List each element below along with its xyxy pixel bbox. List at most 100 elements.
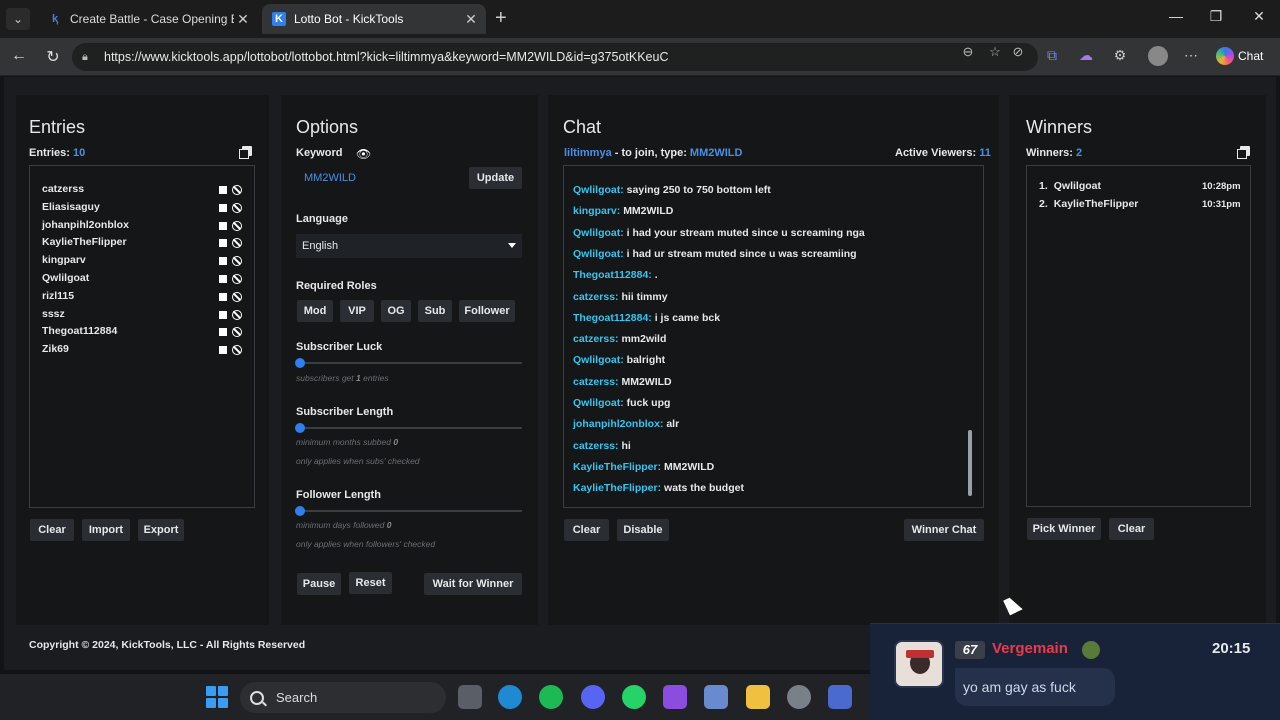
chat-username[interactable]: Thegoat112884: bbox=[573, 312, 652, 324]
settings-icon[interactable] bbox=[787, 685, 811, 709]
role-og-button[interactable]: OG bbox=[381, 300, 411, 322]
site-info-icon[interactable]: 🔒︎ bbox=[82, 51, 96, 64]
chat-username[interactable]: Qwlilgoat: bbox=[573, 184, 624, 196]
entry-checkbox[interactable] bbox=[219, 328, 227, 337]
close-tab-icon[interactable]: ✕ bbox=[234, 11, 252, 28]
chat-username[interactable]: Qwlilgoat: bbox=[573, 397, 624, 409]
extension-icon[interactable]: ⧉ bbox=[1041, 47, 1063, 64]
back-icon[interactable]: ← bbox=[8, 47, 30, 65]
entry-checkbox[interactable] bbox=[219, 257, 227, 266]
extension-blocked-icon[interactable]: ⊘ bbox=[1008, 44, 1028, 60]
spotify-icon[interactable] bbox=[539, 685, 563, 709]
restore-icon[interactable]: ❐ bbox=[1201, 8, 1231, 25]
ban-icon[interactable] bbox=[232, 220, 242, 231]
ban-icon[interactable] bbox=[232, 238, 242, 249]
tab-create-battle[interactable]: ⱪ Create Battle - Case Opening Batt ✕ bbox=[38, 4, 258, 34]
profile-avatar[interactable] bbox=[1148, 46, 1168, 66]
copilot-chat-button[interactable]: Chat bbox=[1212, 44, 1271, 68]
extension-icon[interactable]: ☁ bbox=[1075, 47, 1097, 64]
task-view-icon[interactable] bbox=[458, 685, 482, 709]
more-menu-icon[interactable]: ⋯ bbox=[1180, 47, 1202, 64]
language-select[interactable]: English bbox=[296, 234, 522, 258]
ban-icon[interactable] bbox=[232, 256, 242, 267]
role-vip-button[interactable]: VIP bbox=[340, 300, 374, 322]
entry-checkbox[interactable] bbox=[219, 310, 227, 319]
disable-chat-button[interactable]: Disable bbox=[617, 519, 669, 541]
entry-checkbox[interactable] bbox=[219, 221, 227, 230]
slider-handle[interactable] bbox=[295, 423, 305, 433]
role-sub-button[interactable]: Sub bbox=[418, 300, 452, 322]
video-editor-icon[interactable] bbox=[663, 685, 687, 709]
zoom-icon[interactable]: ⊖ bbox=[958, 44, 978, 60]
ban-icon[interactable] bbox=[232, 345, 242, 356]
chat-username[interactable]: kingparv: bbox=[573, 205, 620, 217]
ban-icon[interactable] bbox=[232, 327, 242, 338]
windows-start-icon[interactable] bbox=[206, 686, 228, 708]
tab-lotto-bot[interactable]: K Lotto Bot - KickTools ✕ bbox=[262, 4, 486, 34]
keyword-input[interactable]: MM2WILD bbox=[301, 167, 461, 189]
chat-username[interactable]: catzerss: bbox=[573, 440, 619, 452]
subscriber-luck-slider[interactable] bbox=[295, 358, 522, 368]
discord-icon[interactable] bbox=[581, 685, 605, 709]
close-tab-icon[interactable]: ✕ bbox=[462, 11, 480, 28]
clear-chat-button[interactable]: Clear bbox=[564, 519, 609, 541]
url-field[interactable]: 🔒︎ https://www.kicktools.app/lottobot/lo… bbox=[72, 43, 1038, 71]
update-button[interactable]: Update bbox=[469, 167, 522, 189]
ban-icon[interactable] bbox=[232, 291, 242, 302]
chat-username[interactable]: johanpihl2onblox: bbox=[573, 418, 663, 430]
tab-actions-button[interactable]: ⌄ bbox=[6, 8, 30, 30]
winner-chat-button[interactable]: Winner Chat bbox=[904, 519, 984, 541]
taskbar-search[interactable]: Search bbox=[240, 682, 446, 713]
file-explorer-icon[interactable] bbox=[746, 685, 770, 709]
entry-checkbox[interactable] bbox=[219, 275, 227, 283]
extensions-icon[interactable]: ⚙ bbox=[1109, 47, 1131, 64]
slider-handle[interactable] bbox=[295, 506, 305, 516]
app-icon[interactable] bbox=[828, 685, 852, 709]
app-icon[interactable] bbox=[704, 685, 728, 709]
reload-icon[interactable]: ↻ bbox=[42, 47, 64, 67]
follower-length-slider[interactable] bbox=[295, 506, 522, 516]
chat-username[interactable]: Qwlilgoat: bbox=[573, 354, 624, 366]
wait-for-winner-button[interactable]: Wait for Winner bbox=[424, 573, 522, 595]
entry-checkbox[interactable] bbox=[219, 203, 227, 212]
close-window-icon[interactable]: ✕ bbox=[1244, 8, 1274, 25]
favorite-star-icon[interactable]: ☆ bbox=[985, 44, 1005, 60]
clear-winners-button[interactable]: Clear bbox=[1109, 518, 1154, 540]
chat-username[interactable]: catzerss: bbox=[573, 333, 619, 345]
entry-checkbox[interactable] bbox=[219, 186, 227, 194]
chat-username[interactable]: Qwlilgoat: bbox=[573, 248, 624, 260]
chat-username[interactable]: Thegoat112884: bbox=[573, 269, 652, 281]
entry-name: sssz bbox=[42, 307, 65, 320]
subscriber-length-slider[interactable] bbox=[295, 423, 522, 433]
edge-icon[interactable] bbox=[498, 685, 522, 709]
copy-icon[interactable] bbox=[239, 146, 252, 159]
slider-handle[interactable] bbox=[295, 358, 305, 368]
chat-username[interactable]: KaylieTheFlipper: bbox=[573, 482, 661, 494]
whatsapp-icon[interactable] bbox=[622, 685, 646, 709]
chat-username[interactable]: Qwlilgoat: bbox=[573, 227, 624, 239]
ban-icon[interactable] bbox=[232, 202, 242, 213]
clear-entries-button[interactable]: Clear bbox=[30, 519, 74, 541]
entry-checkbox[interactable] bbox=[219, 239, 227, 248]
chat-username[interactable]: catzerss: bbox=[573, 291, 619, 303]
role-follower-button[interactable]: Follower bbox=[459, 300, 515, 322]
entry-checkbox[interactable] bbox=[219, 292, 227, 301]
chat-username[interactable]: KaylieTheFlipper: bbox=[573, 461, 661, 473]
entry-checkbox[interactable] bbox=[219, 346, 227, 355]
role-mod-button[interactable]: Mod bbox=[297, 300, 333, 322]
pick-winner-button[interactable]: Pick Winner bbox=[1027, 518, 1101, 540]
reset-button[interactable]: Reset bbox=[349, 572, 392, 594]
new-tab-icon[interactable]: + bbox=[495, 8, 507, 28]
chat-scrollbar[interactable] bbox=[968, 430, 972, 496]
ban-icon[interactable] bbox=[232, 185, 242, 195]
ban-icon[interactable] bbox=[232, 309, 242, 320]
chat-username[interactable]: catzerss: bbox=[573, 376, 619, 388]
export-button[interactable]: Export bbox=[138, 519, 184, 541]
minimize-icon[interactable]: — bbox=[1161, 8, 1191, 24]
ban-icon[interactable] bbox=[232, 274, 242, 284]
eye-icon[interactable]: 👁︎ bbox=[356, 147, 371, 161]
copy-icon[interactable] bbox=[1237, 146, 1250, 159]
import-button[interactable]: Import bbox=[82, 519, 130, 541]
pause-button[interactable]: Pause bbox=[297, 573, 341, 595]
entries-list: catzerss Eliasisaguy johanpihl2onblox Kayli… bbox=[29, 165, 255, 508]
